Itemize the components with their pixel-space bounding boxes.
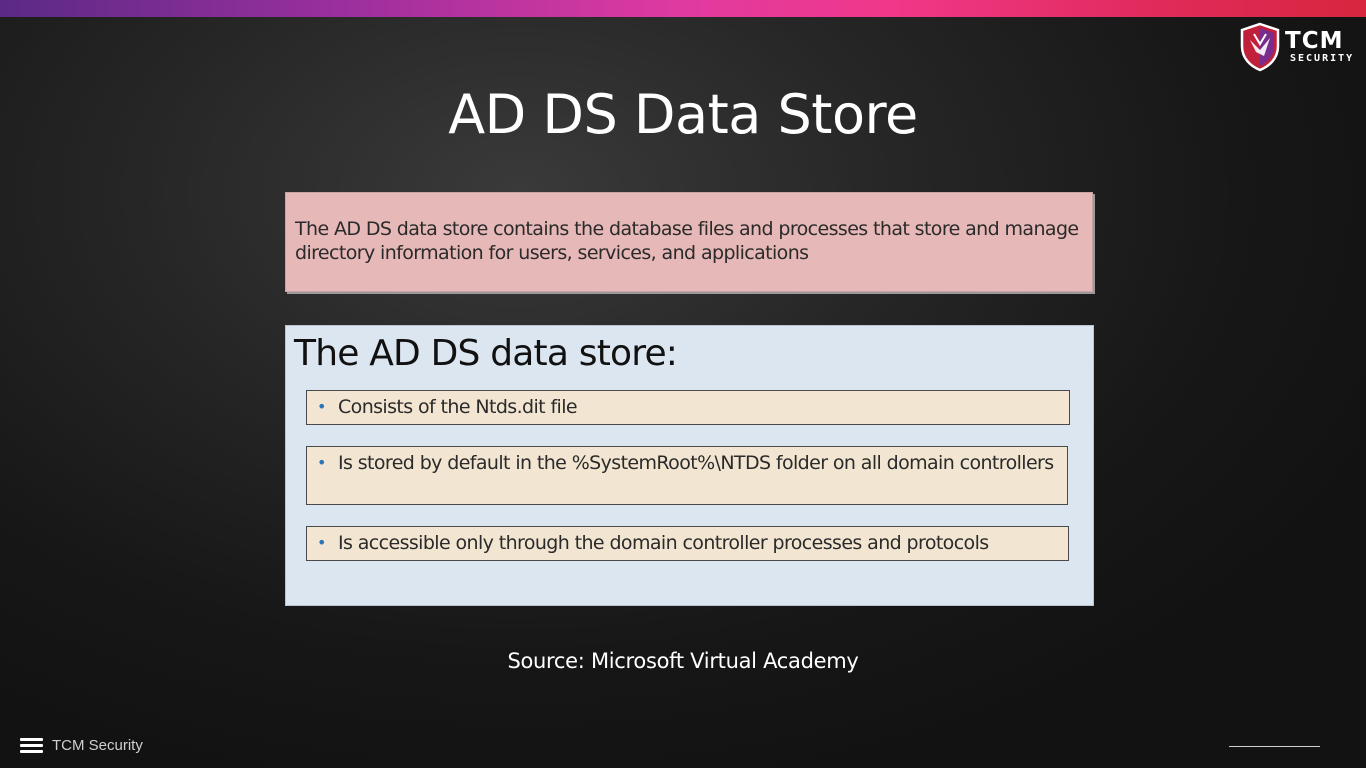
list-item-text: Is stored by default in the %SystemRoot%… [338, 452, 1054, 474]
list-item: • Consists of the Ntds.dit file [306, 390, 1070, 425]
data-store-list-box: The AD DS data store: • Consists of the … [285, 325, 1094, 606]
source-caption: Source: Microsoft Virtual Academy [507, 649, 859, 673]
top-accent-bar [0, 0, 1366, 17]
footer-brand-label: TCM Security [52, 737, 143, 754]
logo-text-main: TCM [1285, 28, 1344, 54]
definition-text: The AD DS data store contains the databa… [295, 218, 1079, 264]
slide-title: AD DS Data Store [448, 83, 918, 146]
footer-divider [1229, 746, 1320, 747]
tcm-security-logo: TCM SECURITY [1238, 22, 1356, 72]
list-heading: The AD DS data store: [294, 333, 678, 374]
logo-text-sub: SECURITY [1290, 53, 1355, 64]
hamburger-menu-icon[interactable] [20, 738, 43, 754]
definition-box: The AD DS data store contains the databa… [285, 192, 1093, 292]
list-item-text: Is accessible only through the domain co… [338, 532, 989, 554]
bullet-dot-icon: • [317, 397, 326, 416]
shield-logo-icon [1240, 22, 1280, 72]
bullet-dot-icon: • [317, 453, 326, 472]
list-item: • Is stored by default in the %SystemRoo… [306, 446, 1068, 505]
list-item-text: Consists of the Ntds.dit file [338, 396, 578, 418]
bullet-dot-icon: • [317, 533, 326, 552]
list-item: • Is accessible only through the domain … [306, 526, 1069, 561]
